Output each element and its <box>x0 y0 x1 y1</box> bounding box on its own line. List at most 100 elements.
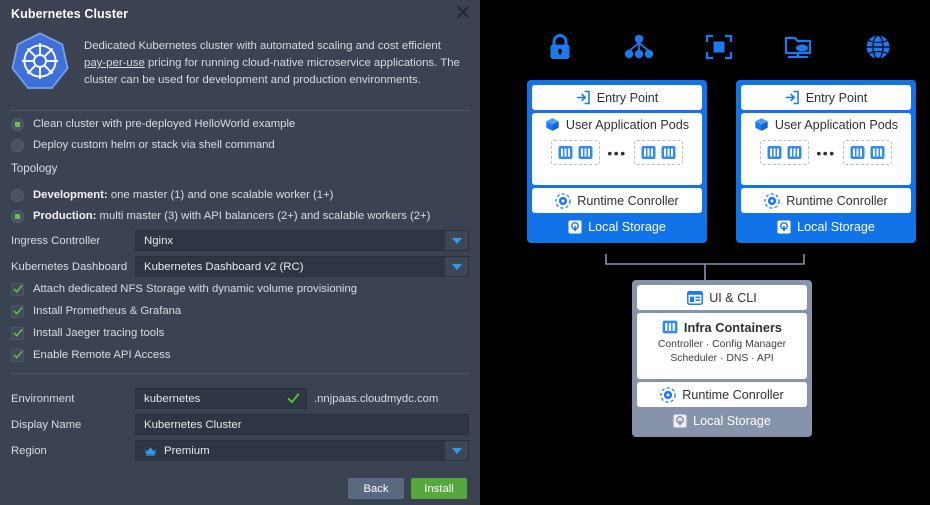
pod-icon <box>641 146 656 159</box>
display-name-label: Display Name <box>11 418 82 431</box>
pod-icon <box>767 146 782 159</box>
kubernetes-dashboard-select[interactable]: Kubernetes Dashboard v2 (RC) <box>135 256 469 277</box>
checkbox-prometheus-grafana[interactable] <box>11 304 24 318</box>
radio-development[interactable] <box>11 188 24 202</box>
environment-row: Environment kubernetes .nnjpaas.cloudmyd… <box>11 388 469 409</box>
crown-icon <box>144 446 157 456</box>
environment-label: Environment <box>11 392 75 405</box>
chevron-down-icon[interactable] <box>445 257 468 276</box>
gear-icon <box>555 192 571 209</box>
pods-body: ••• <box>741 140 911 165</box>
disk-icon <box>673 414 687 428</box>
checkbox-jaeger[interactable] <box>11 326 24 340</box>
pods-title-label: User Application Pods <box>774 117 899 132</box>
gear-icon <box>660 386 676 403</box>
infra-title-label: Infra Containers <box>683 319 783 335</box>
infra-line-1: Controller · Config Manager <box>657 339 787 350</box>
runtime-controller-panel[interactable]: Runtime Conroller <box>741 188 911 213</box>
radio-clean-cluster[interactable] <box>11 117 24 131</box>
cube-icon <box>754 117 769 132</box>
radio-row-clean-cluster[interactable]: Clean cluster with pre-deployed HelloWor… <box>11 115 471 133</box>
display-name-row: Display Name Kubernetes Cluster <box>11 414 469 435</box>
pod-icon <box>850 146 865 159</box>
back-button[interactable]: Back <box>348 478 404 499</box>
user-application-pods-panel: User Application Pods ••• <box>741 113 911 185</box>
runtime-controller-label: Runtime Conroller <box>577 193 679 208</box>
checkbox-label-remote-api: Enable Remote API Access <box>33 349 171 361</box>
development-rest: one master (1) and one scalable worker (… <box>107 189 334 201</box>
infra-containers-panel: Infra Containers Controller · Config Man… <box>637 313 807 379</box>
disk-icon <box>568 220 582 234</box>
globe-icon <box>861 30 895 64</box>
dialog-description: Dedicated Kubernetes cluster with automa… <box>84 38 464 89</box>
pod-group-left <box>760 140 810 165</box>
radio-label-development: Development: one master (1) and one scal… <box>33 189 333 201</box>
region-select[interactable]: Premium <box>135 440 469 461</box>
radio-row-development[interactable]: Development: one master (1) and one scal… <box>11 186 471 204</box>
screen: Kubernetes Cluster Dedicated Kubernetes … <box>0 0 930 505</box>
entry-point-panel[interactable]: Entry Point <box>741 85 911 110</box>
local-storage-label: Local Storage <box>588 220 666 234</box>
ui-cli-label: UI & CLI <box>709 290 757 305</box>
infra-title-row: Infra Containers <box>662 319 782 335</box>
pod-group-right <box>633 140 683 165</box>
ingress-controller-label: Ingress Controller <box>11 234 101 247</box>
radio-label-custom-helm: Deploy custom helm or stack via shell co… <box>33 139 275 151</box>
entry-point-icon <box>576 90 591 105</box>
local-storage-bar: Local Storage <box>637 410 807 432</box>
chevron-down-icon[interactable] <box>445 231 468 250</box>
checkbox-row-jaeger[interactable]: Install Jaeger tracing tools <box>11 324 471 342</box>
local-storage-label: Local Storage <box>693 414 771 428</box>
pods-title-row: User Application Pods <box>545 117 689 132</box>
local-storage-label: Local Storage <box>797 220 875 234</box>
runtime-controller-label: Runtime Conroller <box>786 193 888 208</box>
runtime-controller-label: Runtime Conroller <box>682 387 784 402</box>
checkbox-row-remote-api[interactable]: Enable Remote API Access <box>11 346 471 364</box>
radio-row-custom-helm[interactable]: Deploy custom helm or stack via shell co… <box>11 136 471 154</box>
cloud-storage-icon <box>781 30 815 64</box>
radio-label-production: Production: multi master (3) with API ba… <box>33 210 430 222</box>
checkbox-label-jaeger: Install Jaeger tracing tools <box>33 327 165 339</box>
display-name-input[interactable]: Kubernetes Cluster <box>135 414 469 435</box>
kubernetes-cluster-dialog: Kubernetes Cluster Dedicated Kubernetes … <box>0 0 480 505</box>
install-button[interactable]: Install <box>411 478 467 499</box>
chevron-down-icon[interactable] <box>445 441 468 460</box>
checkbox-remote-api[interactable] <box>11 348 24 362</box>
pay-per-use-link[interactable]: pay-per-use <box>84 57 145 69</box>
worker-cluster-2: Entry Point User Application Pods ••• Ru… <box>736 80 916 243</box>
radio-custom-helm[interactable] <box>11 138 24 152</box>
pod-group-right <box>842 140 892 165</box>
pods-title-label: User Application Pods <box>565 117 690 132</box>
pod-icon <box>870 146 885 159</box>
entry-point-panel[interactable]: Entry Point <box>532 85 702 110</box>
radio-production[interactable] <box>11 209 24 223</box>
worker-cluster-1: Entry Point User Application Pods ••• Ru… <box>527 80 707 243</box>
ui-cli-panel[interactable]: UI & CLI <box>637 285 807 310</box>
entry-point-label: Entry Point <box>805 90 868 105</box>
environment-domain-suffix: .nnjpaas.cloudmydc.com <box>314 392 439 405</box>
checkbox-row-nfs-storage[interactable]: Attach dedicated NFS Storage with dynami… <box>11 280 471 298</box>
network-topology-icon <box>622 30 656 64</box>
pods-body: ••• <box>532 140 702 165</box>
close-icon[interactable] <box>454 3 472 21</box>
description-text-1: Dedicated Kubernetes cluster with automa… <box>84 40 441 52</box>
environment-input[interactable]: kubernetes <box>135 388 307 409</box>
kubernetes-dashboard-row: Kubernetes Dashboard Kubernetes Dashboar… <box>11 256 469 277</box>
production-rest: multi master (3) with API balancers (2+)… <box>96 210 431 222</box>
kubernetes-logo-icon <box>10 30 70 92</box>
runtime-controller-panel[interactable]: Runtime Conroller <box>637 382 807 407</box>
lock-icon <box>543 30 577 64</box>
pods-title-row: User Application Pods <box>754 117 898 132</box>
checkbox-row-prometheus-grafana[interactable]: Install Prometheus & Grafana <box>11 302 471 320</box>
checkbox-nfs-storage[interactable] <box>11 282 24 296</box>
checkbox-label-prometheus-grafana: Install Prometheus & Grafana <box>33 305 182 317</box>
runtime-controller-panel[interactable]: Runtime Conroller <box>532 188 702 213</box>
region-label: Region <box>11 444 47 457</box>
radio-row-production[interactable]: Production: multi master (3) with API ba… <box>11 207 471 225</box>
pod-icon <box>787 146 802 159</box>
divider-bottom <box>11 373 469 374</box>
ingress-controller-select[interactable]: Nginx <box>135 230 469 251</box>
pod-icon <box>578 146 593 159</box>
topology-section-label: Topology <box>11 162 58 175</box>
scaling-icon <box>702 30 736 64</box>
